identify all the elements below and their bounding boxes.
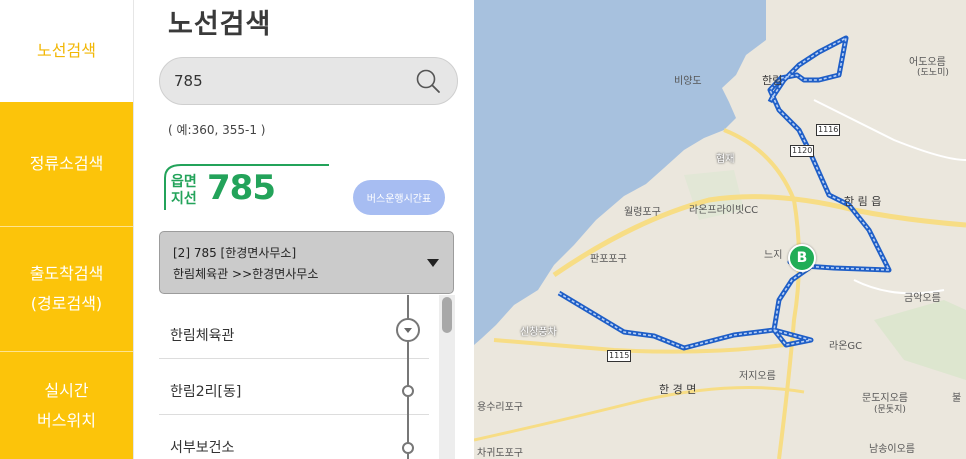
road-number: 1115 <box>607 350 632 362</box>
map-label: 한 림 읍 <box>844 195 882 208</box>
map-label: 판포포구 <box>590 254 627 265</box>
map-label: 한림 <box>762 74 783 87</box>
route-select-line2: 한림체육관 >>한경면사무소 <box>173 267 319 281</box>
route-select-line1: [2] 785 [한경면사무소] <box>173 246 297 260</box>
stop-name: 한림체육관 <box>170 328 235 344</box>
nav-path-search[interactable]: 출도착검색 (경로검색) <box>0 227 133 351</box>
list-item[interactable]: 서부보건소 <box>159 415 429 459</box>
stop-node-icon <box>402 442 414 454</box>
stop-list: 한림체육관 한림2리[동] 서부보건소 <box>159 295 429 459</box>
scroll-thumb[interactable] <box>442 297 452 333</box>
list-item[interactable]: 한림체육관 <box>159 303 429 359</box>
map-label: 신창풍차 <box>520 327 557 338</box>
left-nav: 노선검색 정류소검색 출도착검색 (경로검색) 실시간 버스위치 <box>0 0 133 459</box>
list-item[interactable]: 한림2리[동] <box>159 359 429 415</box>
stop-name: 서부보건소 <box>170 440 235 456</box>
map-label: 비양도 <box>674 76 702 87</box>
map-label: 불 <box>952 393 962 404</box>
nav-realtime-bus-label: 실시간 버스위치 <box>37 380 96 430</box>
map-label: 저지오름 <box>739 371 776 382</box>
map-view[interactable]: 비양도 한림 협재 월령포구 라온프라이빗CC 판포포구 신창풍차 한 림 읍 … <box>474 0 966 459</box>
map-label: (문돗지) <box>874 405 906 415</box>
route-badge: 읍면 지선 785 <box>159 160 329 220</box>
map-label: 금악오름 <box>904 293 941 304</box>
dropdown-arrow-icon <box>427 259 439 267</box>
stop-node-icon <box>402 385 414 397</box>
search-hint: ( 예:360, 355-1 ) <box>168 123 266 137</box>
chevron-down-icon <box>404 328 412 333</box>
map-label: 라온프라이빗CC <box>689 205 759 216</box>
stop-name: 한림2리[동] <box>170 384 242 400</box>
map-label: 월령포구 <box>624 207 661 218</box>
nav-path-search-label: 출도착검색 (경로검색) <box>29 264 104 313</box>
start-stop-marker <box>396 318 420 342</box>
map-label: 라온GC <box>829 341 863 352</box>
nav-stop-search-label: 정류소검색 <box>29 154 104 173</box>
map-label: 느지 <box>764 250 783 261</box>
stop-list-scrollbar[interactable] <box>439 295 455 459</box>
page-title: 노선검색 <box>168 9 272 40</box>
map-label: (도노미) <box>917 68 949 78</box>
road-number: 1116 <box>816 124 841 136</box>
search-input[interactable] <box>174 66 394 96</box>
search-icon[interactable] <box>415 68 441 94</box>
map-label: 남송이오름 <box>869 444 915 455</box>
map-label: 차귀도포구 <box>477 448 523 459</box>
route-direction-select[interactable]: [2] 785 [한경면사무소] 한림체육관 >>한경면사무소 <box>159 231 454 294</box>
nav-realtime-bus[interactable]: 실시간 버스위치 <box>0 352 133 459</box>
map-label: 협재 <box>716 154 735 165</box>
timetable-button[interactable]: 버스운행시간표 <box>353 180 445 215</box>
nav-route-search[interactable]: 노선검색 <box>0 0 133 102</box>
bus-marker[interactable]: B <box>788 244 816 272</box>
route-search-panel: 노선검색 ( 예:360, 355-1 ) 읍면 지선 785 버스운행시간표 … <box>133 0 474 459</box>
search-box <box>159 57 458 105</box>
nav-stop-search[interactable]: 정류소검색 <box>0 102 133 226</box>
route-type: 읍면 지선 <box>171 174 197 207</box>
route-number: 785 <box>207 168 276 208</box>
nav-route-search-label: 노선검색 <box>37 41 96 60</box>
map-label: 용수리포구 <box>477 402 523 413</box>
map-label: 한 경 면 <box>659 383 697 396</box>
road-number: 1120 <box>790 145 815 157</box>
